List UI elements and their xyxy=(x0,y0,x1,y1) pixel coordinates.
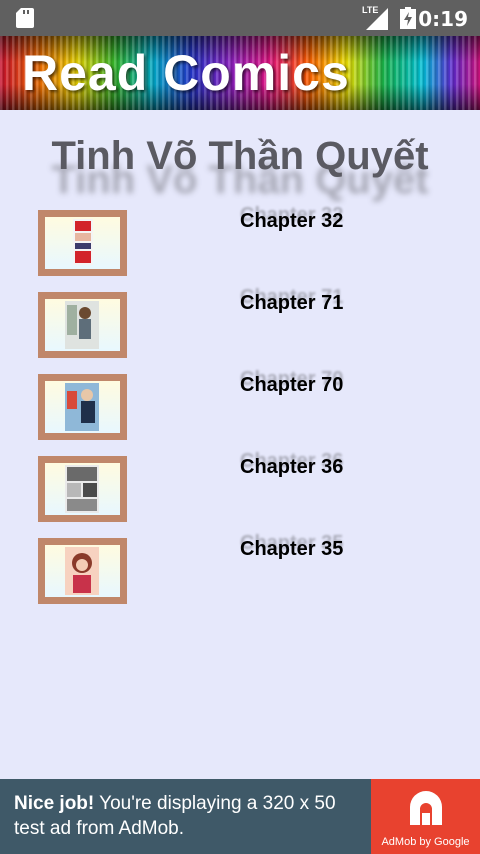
comic-thumbnail[interactable] xyxy=(38,292,127,358)
status-time: 0:19 xyxy=(418,7,468,31)
list-item[interactable]: Chapter 36 xyxy=(0,456,480,538)
ad-headline: Nice job! xyxy=(14,793,95,814)
admob-label: AdMob by Google xyxy=(381,836,470,848)
comic-thumbnail[interactable] xyxy=(38,210,127,276)
list-item[interactable]: Chapter 35 xyxy=(0,538,480,620)
list-item[interactable]: Chapter 71 xyxy=(0,292,480,374)
chapter-link[interactable]: Chapter 71 xyxy=(240,292,343,315)
sd-card-icon xyxy=(16,8,34,28)
list-item[interactable]: Chapter 32 xyxy=(0,210,480,292)
comic-thumbnail[interactable] xyxy=(38,456,127,522)
list-item[interactable]: Chapter 70 xyxy=(0,374,480,456)
chapter-link[interactable]: Chapter 35 xyxy=(240,538,343,561)
admob-icon xyxy=(410,791,442,825)
status-bar: LTE 0:19 xyxy=(0,0,480,36)
comic-thumbnail[interactable] xyxy=(38,374,127,440)
network-label: LTE xyxy=(362,5,379,15)
admob-logo[interactable]: AdMob by Google xyxy=(371,779,480,854)
comic-thumbnail[interactable] xyxy=(38,538,127,604)
chapter-link[interactable]: Chapter 70 xyxy=(240,374,343,397)
banner-title: Read Comics xyxy=(22,45,350,101)
ad-banner[interactable]: Nice job! You're displaying a 320 x 50 t… xyxy=(0,779,480,854)
ad-text[interactable]: Nice job! You're displaying a 320 x 50 t… xyxy=(14,791,364,841)
chapter-link[interactable]: Chapter 36 xyxy=(240,456,343,479)
app-banner: Read Comics xyxy=(0,36,480,110)
page-title: Tinh Võ Thần Quyết xyxy=(51,134,429,178)
chapter-link[interactable]: Chapter 32 xyxy=(240,210,343,233)
battery-icon xyxy=(400,7,416,29)
chapter-list: Chapter 32 Chapter 71 Chapter 70 Chapter… xyxy=(0,210,480,620)
